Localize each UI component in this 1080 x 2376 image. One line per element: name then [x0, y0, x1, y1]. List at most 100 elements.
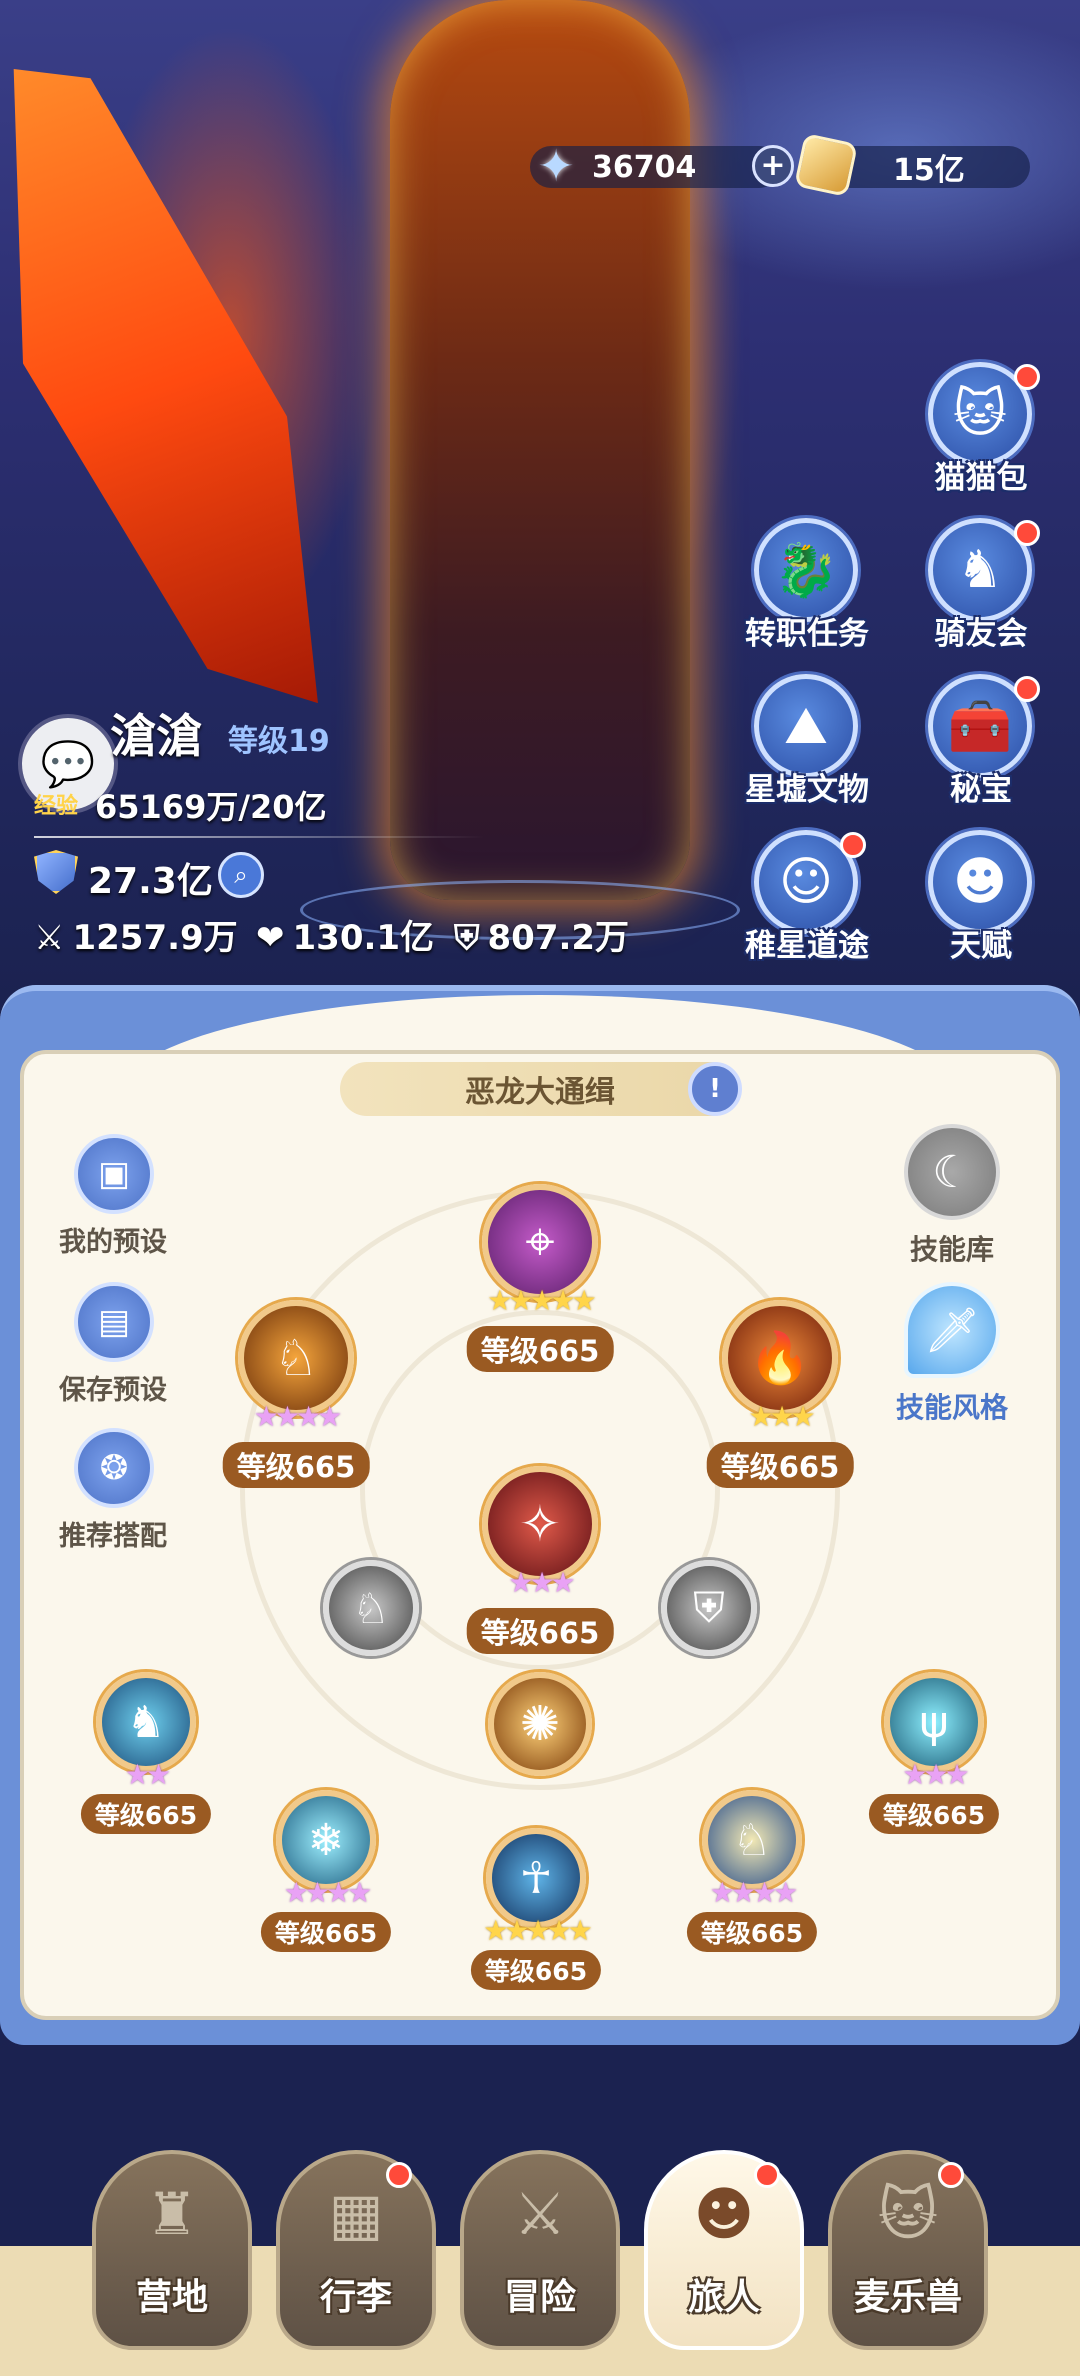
- head-brain-icon: ☻: [928, 830, 1032, 934]
- nav-tab-label: 麦乐兽: [853, 2277, 962, 2318]
- skill-stars: ★★★★: [283, 1876, 372, 1909]
- skill-stars: ★★★★★: [483, 1914, 593, 1947]
- fire-sword-icon: 🔥: [722, 1300, 838, 1416]
- antlers-icon: ψ: [884, 1672, 984, 1772]
- moon-star-icon: ☾: [904, 1124, 1000, 1220]
- skill-level-label: 等级665: [470, 1950, 602, 1990]
- skill-stars: ★★★★★: [487, 1284, 597, 1317]
- job-change-quest-button[interactable]: 🐉 转职任务: [732, 518, 872, 678]
- skill-stars: ★★★: [508, 1566, 575, 1599]
- cat-bag-label: 猫猫包: [934, 460, 1028, 496]
- notification-dot: [1014, 676, 1040, 702]
- skill-level-label: 等级665: [868, 1794, 1000, 1834]
- star-currency: ✦ 36704 +: [530, 141, 794, 192]
- exp-value: 65169万/20亿: [95, 788, 327, 826]
- book-icon[interactable]: !: [688, 1062, 742, 1116]
- crossed-swords-icon: ⚔: [34, 918, 65, 958]
- save-disk-icon: ▤: [74, 1282, 154, 1362]
- nav-tab-adventure[interactable]: ⚔ 冒险: [460, 2150, 620, 2350]
- skill-node-center[interactable]: ✧ ★★★ 等级665: [460, 1466, 620, 1654]
- player-name: 滄滄: [110, 709, 202, 763]
- notification-dot: [1014, 520, 1040, 546]
- nav-tab-camp[interactable]: ♜ 营地: [92, 2150, 252, 2350]
- talent-label: 天赋: [950, 928, 1012, 964]
- rider-club-button[interactable]: ♞ 骑友会: [906, 518, 1046, 678]
- attack-value: 1257.9万: [72, 918, 238, 958]
- skill-node-far-left[interactable]: ♞ ★★ 等级665: [66, 1672, 226, 1852]
- add-currency-button[interactable]: +: [752, 145, 794, 187]
- skill-node-far-right[interactable]: ψ ★★★ 等级665: [854, 1672, 1014, 1852]
- attack-stat: ⚔ 1257.9万: [34, 910, 238, 959]
- skill-node-top[interactable]: ⌖ ★★★★★ 等级665: [460, 1184, 620, 1372]
- nav-tab-label: 营地: [135, 2277, 208, 2318]
- notification-dot: [840, 832, 866, 858]
- golden-horse-icon: ♘: [238, 1300, 354, 1416]
- skill-library-button[interactable]: ☾ 技能库: [872, 1124, 1032, 1274]
- skill-stars: ★★: [124, 1758, 171, 1791]
- star-ruins-artifact-button[interactable]: ⛰ 星墟文物: [732, 674, 872, 834]
- skill-level-label: 等级665: [222, 1442, 370, 1488]
- locked-skill-horse[interactable]: ♘: [291, 1560, 451, 1740]
- skill-stars: ★★★★: [253, 1400, 342, 1433]
- skill-style-label: 技能风格: [895, 1391, 1008, 1424]
- skill-stars: ★★★★: [709, 1876, 798, 1909]
- gold-currency: 15亿: [793, 132, 1030, 198]
- pegasus-icon: ♞: [96, 1672, 196, 1772]
- golden-vortex-icon: ✺: [488, 1672, 592, 1776]
- save-preset-button[interactable]: ▤ 保存预设: [38, 1282, 188, 1422]
- notification-dot: [386, 2162, 412, 2188]
- treasure-button[interactable]: 🧰 秘宝: [906, 674, 1046, 834]
- gray-shield-icon: ⛨: [661, 1560, 757, 1656]
- gold-currency-value: 15亿: [893, 153, 965, 188]
- search-icon[interactable]: ⌕: [218, 852, 264, 898]
- hp-value: 130.1亿: [292, 918, 435, 958]
- ice-wolf-icon: ❄: [276, 1790, 376, 1890]
- crossed-swords-icon: ⚔: [514, 2180, 566, 2248]
- crimson-slash-icon: ✧: [482, 1466, 598, 1582]
- locked-skill-shield[interactable]: ⛨: [629, 1560, 789, 1740]
- castle-icon: ♜: [146, 2180, 198, 2248]
- skill-level-label: 等级665: [260, 1912, 392, 1952]
- cat-bag-button[interactable]: 🐱 猫猫包: [906, 362, 1046, 522]
- skill-style-button[interactable]: 🗡 技能风格: [872, 1282, 1032, 1432]
- cat-pet-icon: 🐱: [877, 2180, 939, 2248]
- young-star-path-button[interactable]: ☺ 稚星道途: [732, 830, 872, 990]
- skill-level-label: 等级665: [466, 1326, 614, 1372]
- gold-coin-icon: [793, 132, 859, 198]
- nav-tab-traveler[interactable]: ☻ 旅人: [644, 2150, 804, 2350]
- skill-node-right-upper[interactable]: 🔥 ★★★ 等级665: [700, 1300, 860, 1488]
- skill-node-bottom-right[interactable]: ♘ ★★★★ 等级665: [672, 1790, 832, 1970]
- notification-dot: [938, 2162, 964, 2188]
- skill-level-label: 等级665: [466, 1608, 614, 1654]
- defense-stat: ⛨ 807.2万: [454, 910, 629, 959]
- combat-power-value: 27.3亿: [88, 861, 213, 902]
- nav-tab-label: 冒险: [503, 2277, 576, 2318]
- nav-tab-label: 旅人: [687, 2277, 760, 2318]
- defense-shield-icon: ⛨: [454, 918, 480, 958]
- star-ruins-artifact-label: 星墟文物: [745, 772, 869, 808]
- star-currency-value: 36704: [592, 149, 697, 185]
- nav-tab-pet[interactable]: 🐱 麦乐兽: [828, 2150, 988, 2350]
- recommend-combo-button[interactable]: ❂ 推荐搭配: [38, 1428, 188, 1568]
- my-preset-label: 我的预设: [59, 1227, 167, 1258]
- player-level: 等级19: [228, 724, 330, 759]
- skill-node-bottom-center[interactable]: ☥ ★★★★★ 等级665: [456, 1828, 616, 2008]
- nav-tab-luggage[interactable]: ▦ 行李: [276, 2150, 436, 2350]
- sword-crystal-icon: 🗡: [904, 1282, 1000, 1378]
- star-crystal-icon: ✦: [537, 140, 575, 192]
- skill-level-label: 等级665: [686, 1912, 818, 1952]
- skill-node-core[interactable]: ✺: [460, 1672, 620, 1852]
- my-preset-button[interactable]: ▣ 我的预设: [38, 1134, 188, 1274]
- job-change-quest-label: 转职任务: [745, 616, 869, 652]
- dragon-icon: 🐉: [754, 518, 858, 622]
- skill-library-label: 技能库: [909, 1233, 994, 1266]
- skill-node-left-upper[interactable]: ♘ ★★★★ 等级665: [216, 1300, 376, 1488]
- figure-silhouette-icon: ☥: [486, 1828, 586, 1928]
- skill-node-bottom-left[interactable]: ❄ ★★★★ 等级665: [246, 1790, 406, 1970]
- crosshair-icon: ⌖: [482, 1184, 598, 1300]
- skill-level-label: 等级665: [80, 1794, 212, 1834]
- skill-level-label: 等级665: [706, 1442, 854, 1488]
- defense-value: 807.2万: [487, 918, 630, 958]
- talent-button[interactable]: ☻ 天赋: [906, 830, 1046, 990]
- gray-horse-icon: ♘: [323, 1560, 419, 1656]
